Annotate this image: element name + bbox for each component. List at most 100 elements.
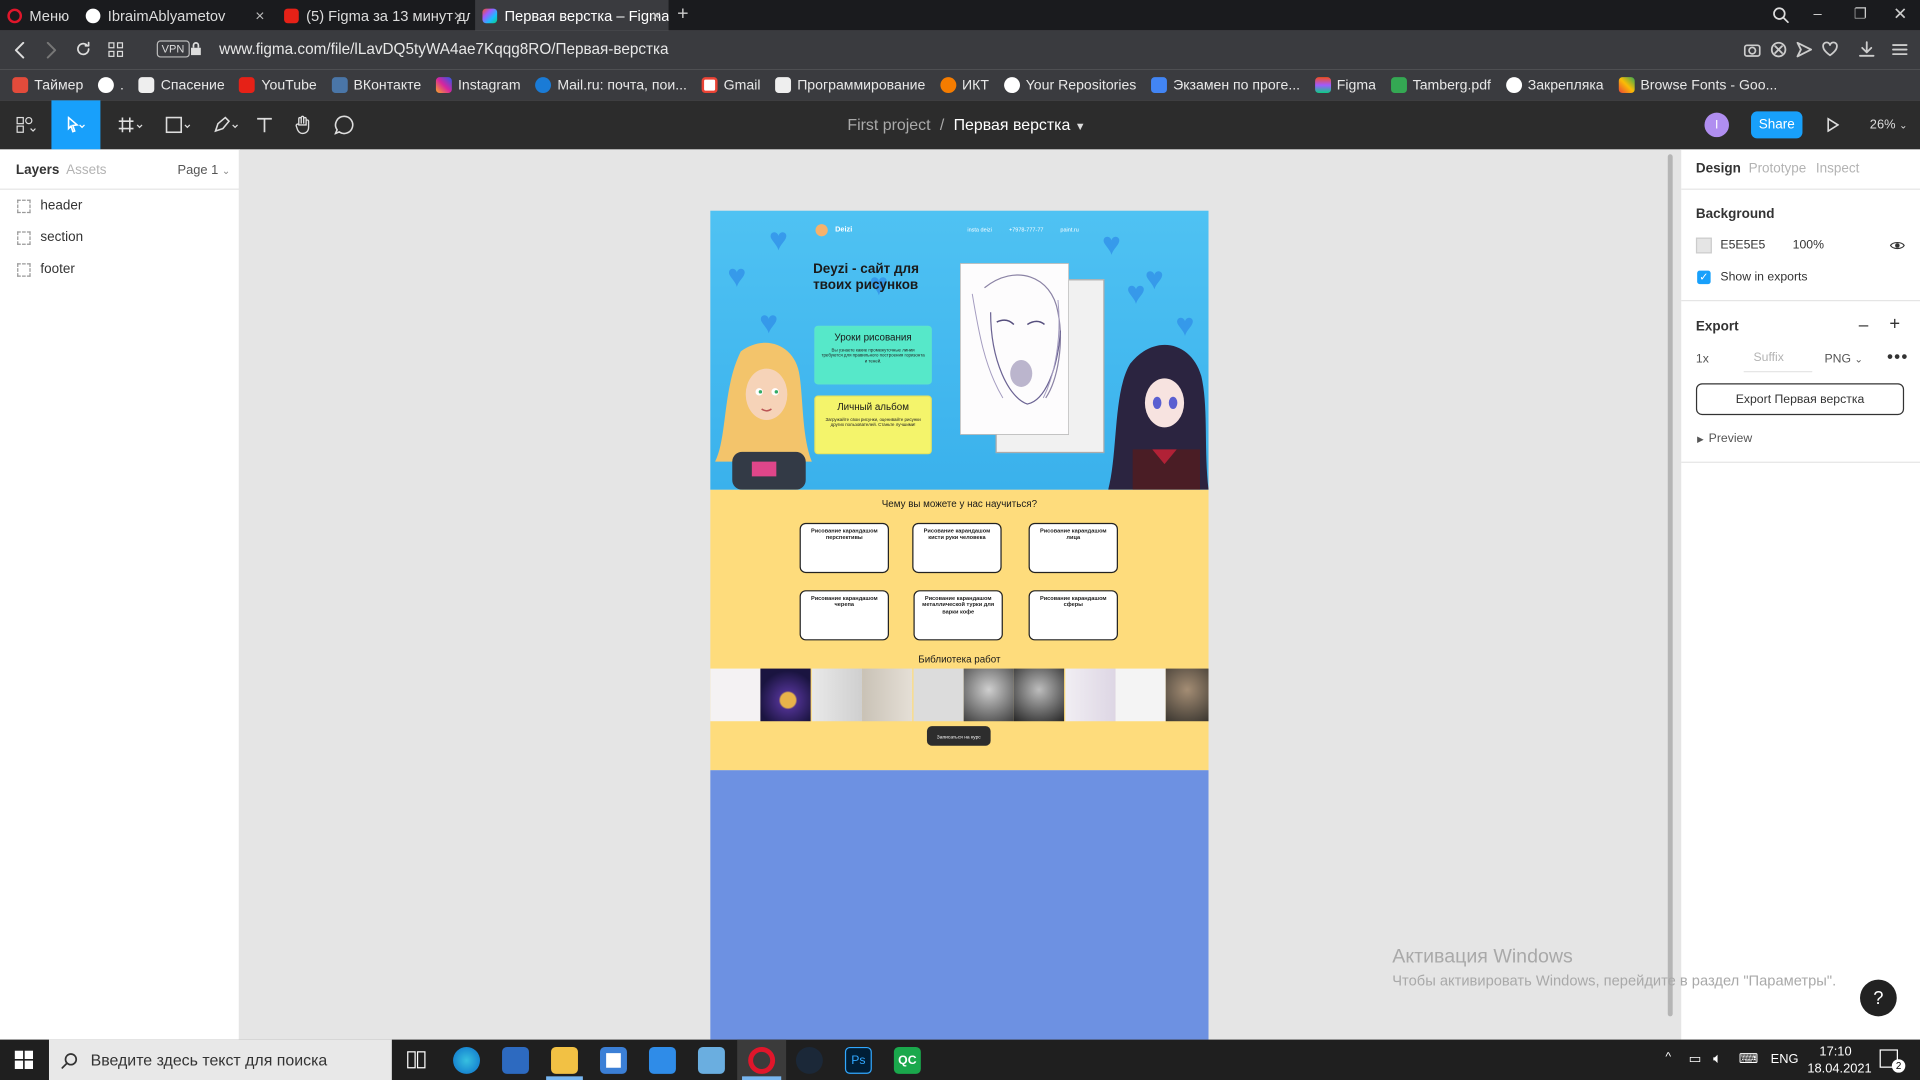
layer-section[interactable]: section [17,230,83,245]
zoom-dropdown[interactable]: 26% ⌄ [1870,118,1908,133]
mail-icon[interactable] [648,1046,676,1074]
share-button[interactable]: Share [1751,111,1803,139]
gallery-image[interactable] [1065,668,1116,722]
tab-assets[interactable]: Assets [66,163,106,178]
course-card[interactable]: Рисование карандашом сферы [1028,590,1118,641]
bookmark-item[interactable]: Закрепляка [1505,77,1604,94]
file-breadcrumb[interactable]: First project / Первая верстка ▼ [847,115,1085,133]
export-button[interactable]: Export Первая верстка [1695,383,1905,416]
bookmark-item[interactable]: YouTube [239,77,317,94]
task-view-icon[interactable] [407,1051,427,1069]
gallery-image[interactable] [811,668,863,722]
photoshop-icon[interactable]: Ps [844,1046,872,1074]
chevron-down-icon[interactable]: ▼ [1075,120,1086,132]
gallery-image[interactable] [1165,668,1209,722]
tab-youtube[interactable]: (5) Figma за 13 минут для × [277,0,470,31]
bookmark-item[interactable]: Программирование [775,77,925,94]
clock[interactable]: 17:10 18.04.2021 [1807,1043,1871,1078]
gallery-image[interactable] [963,668,1014,722]
tab-figma[interactable]: Первая верстка – Figma × [475,0,669,31]
close-tab-icon[interactable]: × [454,6,463,24]
camera-icon[interactable] [1743,42,1761,58]
tab-github[interactable]: IbraimAblyametov × [78,0,271,31]
back-icon[interactable] [12,41,27,59]
comment-tool-button[interactable] [321,100,368,149]
signup-button[interactable]: Записаться на курс [926,726,991,746]
background-swatch[interactable] [1695,237,1712,254]
bookmark-item[interactable]: Tamberg.pdf [1390,77,1491,94]
project-name[interactable]: First project [847,115,930,133]
add-export-button[interactable]: + [1889,313,1900,334]
gallery-image[interactable] [760,668,811,722]
close-tab-icon[interactable]: × [255,6,264,24]
forward-icon[interactable] [44,41,59,59]
design-frame[interactable]: ♥ ♥ ♥ ♥ ♥ ♥ ♥ ♥ ♥ ♥ ♥ Deizi insta deizi … [710,210,1209,1040]
bookmark-item[interactable]: Figma [1314,77,1376,94]
store-icon[interactable] [600,1046,627,1074]
bookmark-item[interactable]: Экзамен по проге... [1151,77,1300,94]
gallery-image[interactable] [862,668,913,722]
export-suffix-input[interactable]: Suffix [1743,350,1813,373]
close-tab-icon[interactable]: × [652,6,661,24]
layer-header[interactable]: header [17,198,82,213]
qc-icon[interactable]: QC [893,1046,921,1074]
design-section[interactable]: Чему вы можете у нас научиться? Рисовани… [710,489,1209,771]
language-indicator[interactable]: ENG [1771,1052,1799,1067]
main-menu-button[interactable] [2,100,49,149]
bookmark-item[interactable]: ВКонтакте [331,77,421,94]
bookmark-item[interactable]: Mail.ru: почта, пои... [535,77,687,94]
app-icon[interactable] [502,1046,529,1074]
chevron-up-icon[interactable]: ^ [1665,1051,1671,1064]
restore-button[interactable]: ❐ [1854,5,1867,22]
course-card[interactable]: Рисование карандашом металлической турки… [913,590,1003,641]
present-icon[interactable] [1827,117,1840,133]
gallery-image[interactable] [1013,668,1065,722]
search-icon[interactable] [1772,6,1789,24]
tab-inspect[interactable]: Inspect [1816,162,1859,177]
bookmark-item[interactable]: Browse Fonts - Goo... [1618,77,1777,94]
tab-design[interactable]: Design [1696,162,1741,177]
design-header[interactable]: ♥ ♥ ♥ ♥ ♥ ♥ ♥ ♥ ♥ ♥ ♥ Deizi insta deizi … [710,210,1209,490]
page-selector[interactable]: Page 1 ⌄ [178,163,231,178]
windows-start-icon[interactable] [14,1050,34,1069]
bookmark-item[interactable]: Your Repositories [1003,77,1136,94]
speed-dial-icon[interactable] [108,42,124,58]
new-tab-button[interactable]: + [677,4,688,26]
export-format-dropdown[interactable]: PNG ⌄ [1825,353,1863,366]
help-button[interactable]: ? [1860,979,1897,1017]
bookmark-item[interactable]: Таймер [12,77,83,94]
frame-tool-button[interactable] [108,100,155,149]
gallery-image[interactable] [710,668,761,722]
move-tool-button[interactable] [51,100,101,150]
app-icon[interactable] [697,1046,725,1074]
gallery-image[interactable] [1115,668,1166,722]
taskbar-search[interactable]: Введите здесь текст для поиска [48,1039,392,1080]
easy-setup-icon[interactable] [1892,42,1908,58]
course-card[interactable]: Рисование карандашом лица [1028,522,1118,574]
heart-icon[interactable] [1822,41,1838,58]
background-hex[interactable]: E5E5E5 [1720,239,1765,252]
bookmark-item[interactable]: Instagram [435,77,521,94]
keyboard-icon[interactable]: ⌨︎ [1739,1051,1758,1067]
tab-prototype[interactable]: Prototype [1749,162,1807,177]
reload-icon[interactable] [75,40,92,57]
bookmark-item[interactable]: Спасение [138,77,225,94]
send-icon[interactable] [1796,41,1813,58]
shape-tool-button[interactable] [156,100,203,149]
course-card[interactable]: Рисование карандашом черепа [799,590,889,641]
network-icon[interactable]: ▭ [1689,1051,1702,1067]
url-field[interactable]: www.figma.com/file/lLavDQ5tyWA4ae7Kqqg8R… [219,40,668,57]
background-opacity[interactable]: 100% [1793,239,1824,252]
vpn-badge[interactable]: VPN [156,40,190,58]
tab-layers[interactable]: Layers [16,163,59,178]
remove-export-button[interactable]: – [1859,315,1869,335]
edge-icon[interactable] [453,1046,481,1074]
checkbox-checked-icon[interactable]: ✓ [1697,270,1711,285]
eye-icon[interactable] [1889,240,1905,251]
adblock-icon[interactable] [1770,41,1787,58]
opera-icon[interactable] [748,1046,776,1074]
close-window-button[interactable]: ✕ [1893,4,1907,25]
bookmark-item[interactable]: ИКТ [939,77,989,94]
volume-icon[interactable]: 🔈︎ [1713,1049,1722,1067]
file-name[interactable]: Первая верстка [954,115,1071,133]
